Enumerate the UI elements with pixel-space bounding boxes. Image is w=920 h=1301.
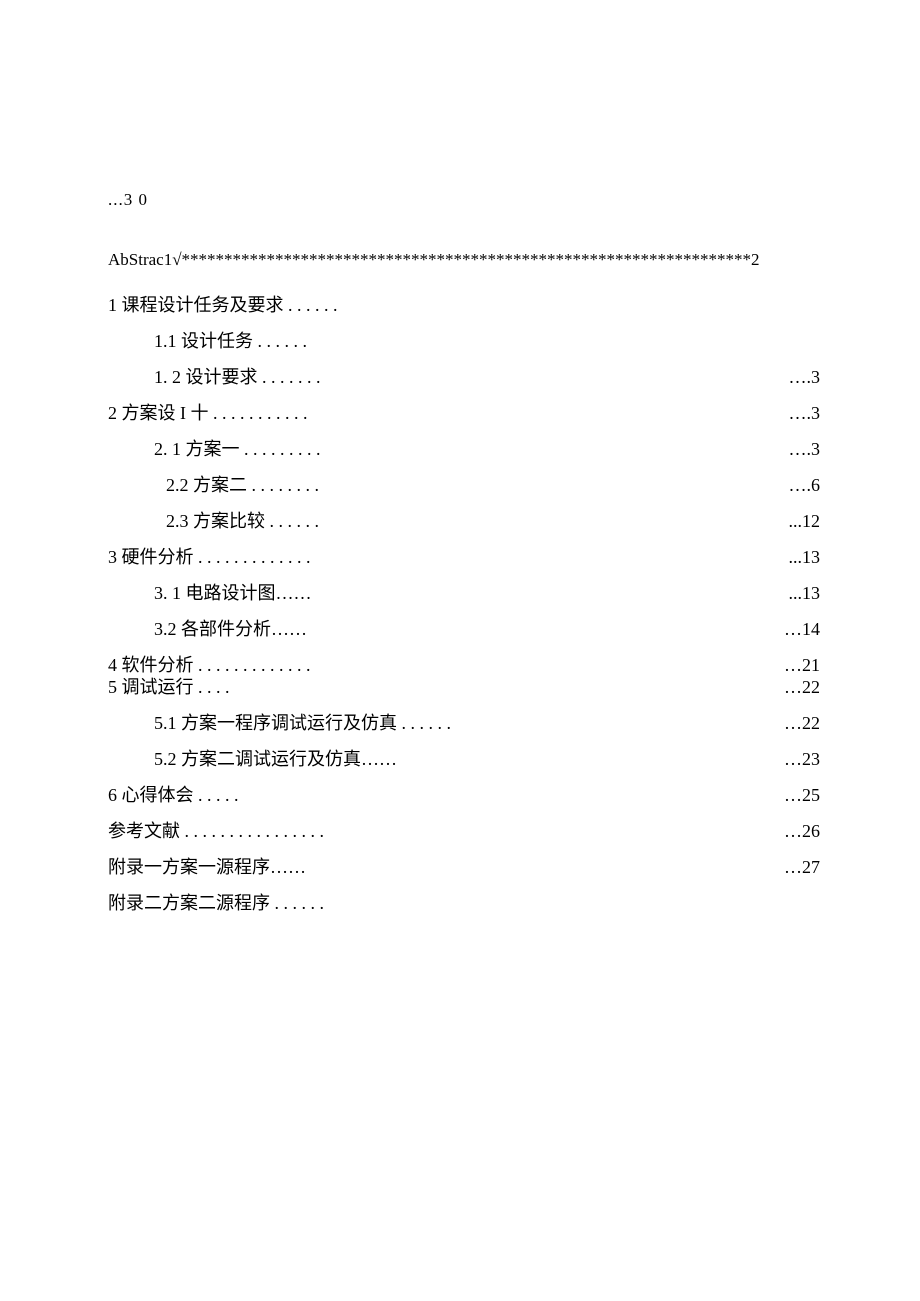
top-note: ...3 0 bbox=[108, 190, 820, 210]
toc-entry-page: …26 bbox=[784, 822, 820, 840]
toc-entry: 3.2 各部件分析…… …14 bbox=[108, 620, 820, 638]
toc-entry-page: …25 bbox=[784, 786, 820, 804]
toc-entry-label: 3 硬件分析 . . . . . . . . . . . . . bbox=[108, 548, 311, 566]
toc-entry-page: ...13 bbox=[789, 548, 821, 566]
toc-entry: 参考文献 . . . . . . . . . . . . . . . . …26 bbox=[108, 822, 820, 840]
toc-entry-label: 6 心得体会 . . . . . bbox=[108, 786, 239, 804]
toc-entry-page: ….3 bbox=[789, 440, 821, 458]
toc-entry-label: 4 软件分析 . . . . . . . . . . . . . bbox=[108, 656, 311, 674]
toc-entry-label: 1.1 设计任务 . . . . . . bbox=[108, 332, 307, 350]
toc-entry-label: 2. 1 方案一 . . . . . . . . . bbox=[108, 440, 321, 458]
toc-entry-label: 2.3 方案比较 . . . . . . bbox=[108, 512, 319, 530]
toc-entry-page: …27 bbox=[784, 858, 820, 876]
toc-entry: 2. 1 方案一 . . . . . . . . . ….3 bbox=[108, 440, 820, 458]
toc-entry: 附录二方案二源程序 . . . . . . bbox=[108, 894, 820, 912]
toc-entry-page: …23 bbox=[784, 750, 820, 768]
toc-entry: 5.1 方案一程序调试运行及仿真 . . . . . . …22 bbox=[108, 714, 820, 732]
abstract-line: AbStrac1√*******************************… bbox=[108, 250, 820, 270]
toc-entry-page: …22 bbox=[784, 678, 820, 696]
toc-entry: 附录一方案一源程序…… …27 bbox=[108, 858, 820, 876]
toc-entry-page: …14 bbox=[784, 620, 820, 638]
toc-entry-page: …21 bbox=[784, 656, 820, 674]
toc-entry-label: 2 方案设 I 十 . . . . . . . . . . . bbox=[108, 404, 308, 422]
toc-entry-page: ….3 bbox=[789, 404, 821, 422]
toc-entry-label: 附录二方案二源程序 . . . . . . bbox=[108, 894, 324, 912]
toc-entry-page: ...12 bbox=[789, 512, 821, 530]
toc-entry-page: ….3 bbox=[789, 368, 821, 386]
toc-entry-label: 3.2 各部件分析…… bbox=[108, 620, 307, 638]
toc-entry-label: 2.2 方案二 . . . . . . . . bbox=[108, 476, 319, 494]
toc-entry-label: 3. 1 电路设计图…… bbox=[108, 584, 312, 602]
document-page: ...3 0 AbStrac1√************************… bbox=[0, 0, 920, 1301]
toc-entry-page: ...13 bbox=[789, 584, 821, 602]
toc-entry: 6 心得体会 . . . . . …25 bbox=[108, 786, 820, 804]
toc-entry: 3 硬件分析 . . . . . . . . . . . . . ...13 bbox=[108, 548, 820, 566]
toc-entry-label: 附录一方案一源程序…… bbox=[108, 858, 306, 876]
toc-entry: 5.2 方案二调试运行及仿真…… …23 bbox=[108, 750, 820, 768]
toc-entry: 1. 2 设计要求 . . . . . . . ….3 bbox=[108, 368, 820, 386]
toc-entry: 5 调试运行 . . . . …22 bbox=[108, 678, 820, 696]
toc-entry-label: 5 调试运行 . . . . bbox=[108, 678, 230, 696]
toc-entry-page: ….6 bbox=[789, 476, 821, 494]
toc-entry: 3. 1 电路设计图…… ...13 bbox=[108, 584, 820, 602]
toc-entry: 1 课程设计任务及要求 . . . . . . bbox=[108, 296, 820, 314]
toc-entry: 4 软件分析 . . . . . . . . . . . . . …21 bbox=[108, 656, 820, 674]
toc-entry: 1.1 设计任务 . . . . . . bbox=[108, 332, 820, 350]
toc-entry-label: 1 课程设计任务及要求 . . . . . . bbox=[108, 296, 338, 314]
toc-entry: 2.2 方案二 . . . . . . . . ….6 bbox=[108, 476, 820, 494]
toc-entry: 2 方案设 I 十 . . . . . . . . . . . ….3 bbox=[108, 404, 820, 422]
toc-entry-label: 1. 2 设计要求 . . . . . . . bbox=[108, 368, 321, 386]
toc-entry: 2.3 方案比较 . . . . . . ...12 bbox=[108, 512, 820, 530]
toc-entry-label: 5.2 方案二调试运行及仿真…… bbox=[108, 750, 397, 768]
table-of-contents: 1 课程设计任务及要求 . . . . . . 1.1 设计任务 . . . . … bbox=[108, 296, 820, 912]
toc-entry-label: 参考文献 . . . . . . . . . . . . . . . . bbox=[108, 822, 324, 840]
toc-entry-page: …22 bbox=[784, 714, 820, 732]
toc-entry-label: 5.1 方案一程序调试运行及仿真 . . . . . . bbox=[108, 714, 451, 732]
